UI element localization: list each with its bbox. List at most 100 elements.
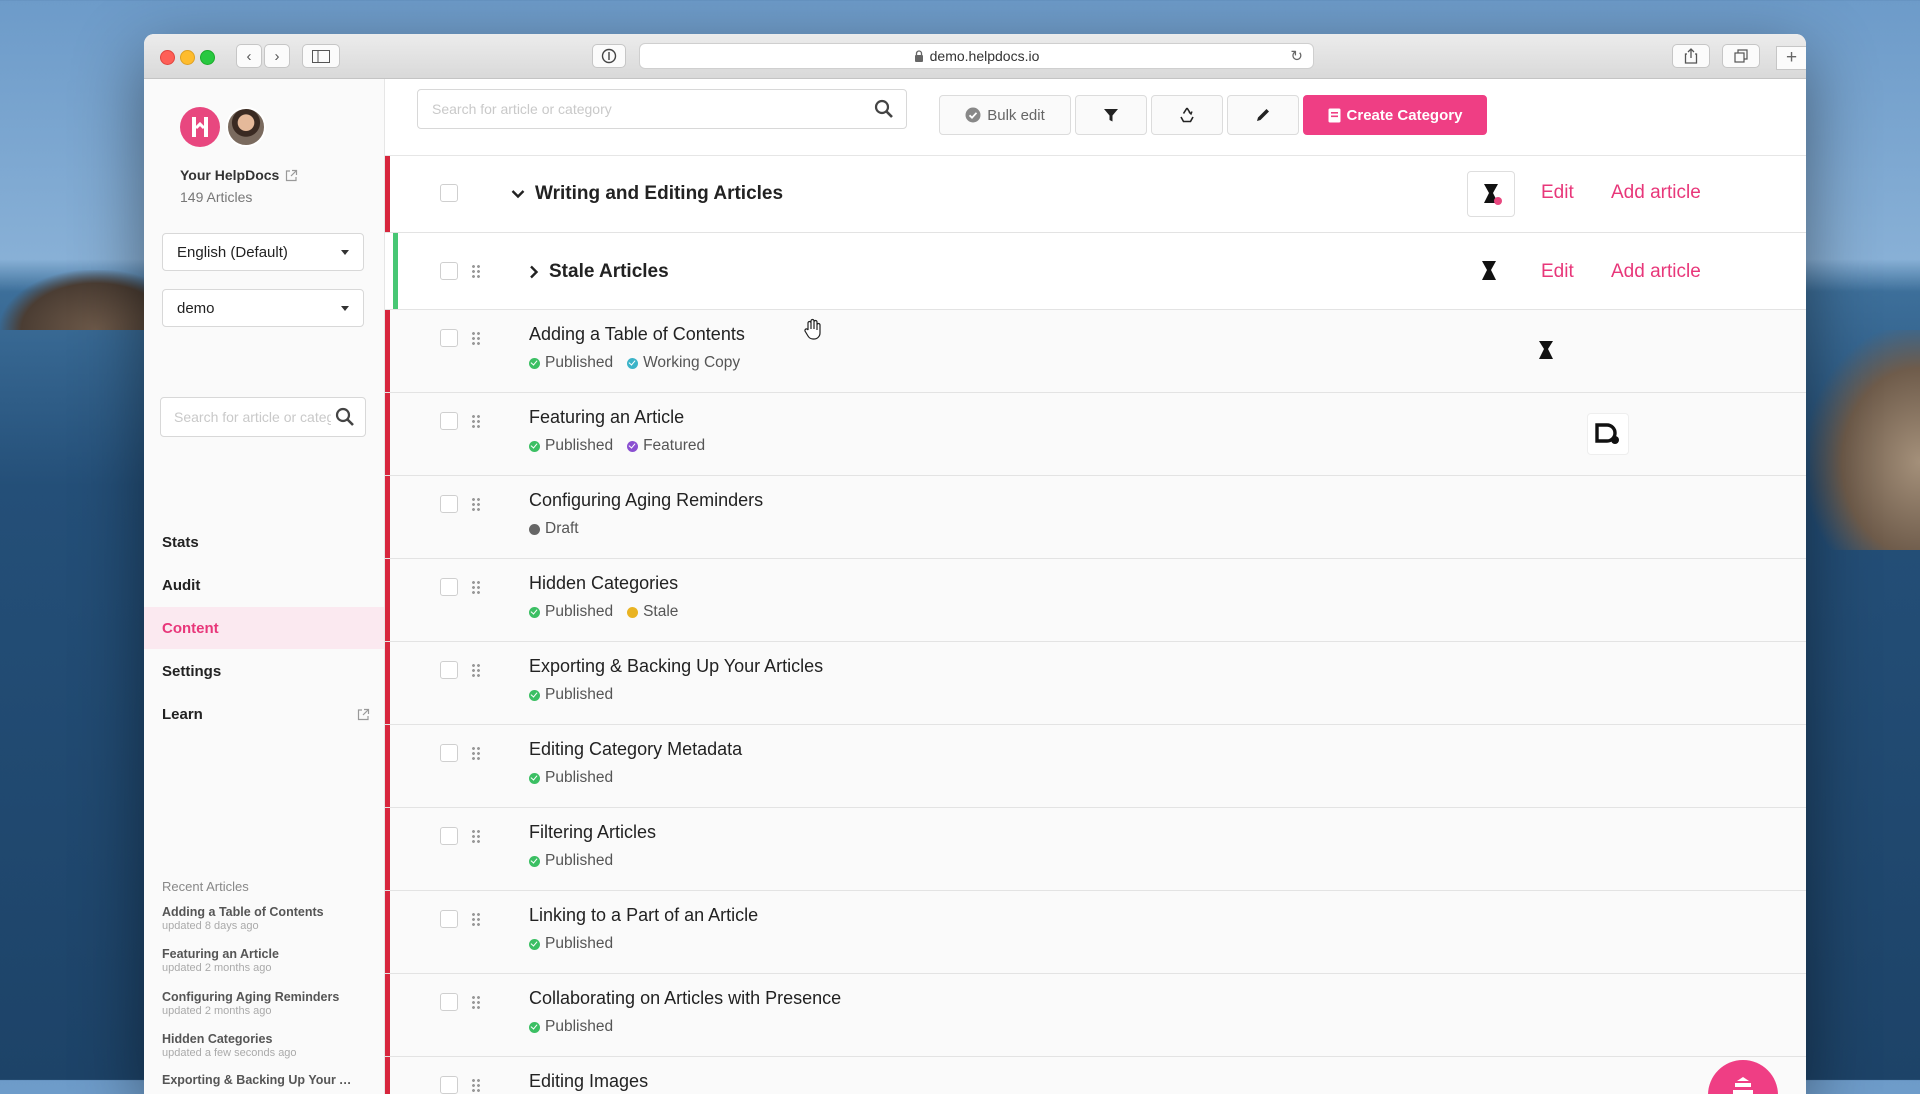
article-checkbox[interactable] <box>440 993 458 1011</box>
robot-icon[interactable] <box>1535 338 1557 362</box>
language-select[interactable]: English (Default) <box>162 233 364 271</box>
category-row[interactable]: Writing and Editing Articles Edit Add ar… <box>385 156 1806 233</box>
article-checkbox[interactable] <box>440 744 458 762</box>
create-category-button[interactable]: Create Category <box>1303 95 1487 135</box>
integration-button[interactable] <box>1587 413 1629 455</box>
drag-handle-icon[interactable] <box>471 1078 481 1092</box>
article-title[interactable]: Editing Category Metadata <box>529 739 742 760</box>
drag-handle-icon[interactable] <box>471 995 481 1009</box>
article-checkbox[interactable] <box>440 1076 458 1094</box>
back-button[interactable]: ‹ <box>236 44 262 68</box>
drag-handle-icon[interactable] <box>471 580 481 594</box>
site-name[interactable]: Your HelpDocs <box>180 167 298 183</box>
article-title[interactable]: Filtering Articles <box>529 822 656 843</box>
minimize-window-button[interactable] <box>180 50 195 65</box>
article-row[interactable]: Linking to a Part of an Article Publishe… <box>385 891 1806 974</box>
nav-content[interactable]: Content <box>144 607 384 649</box>
article-title[interactable]: Exporting & Backing Up Your Articles <box>529 656 823 677</box>
recent-article[interactable]: Adding a Table of Contents updated 8 day… <box>162 905 372 932</box>
bulk-edit-button[interactable]: Bulk edit <box>939 95 1071 135</box>
chevron-down-icon[interactable] <box>511 189 525 199</box>
drag-handle-icon[interactable] <box>471 829 481 843</box>
subcategory-edit-link[interactable]: Edit <box>1541 261 1574 283</box>
edit-mode-button[interactable] <box>1227 95 1299 135</box>
recent-article-updated: updated 8 days ago <box>162 920 259 932</box>
new-tab-button[interactable]: + <box>1776 46 1806 70</box>
close-window-button[interactable] <box>160 50 175 65</box>
drag-handle-icon[interactable] <box>471 331 481 345</box>
article-row[interactable]: Exporting & Backing Up Your Articles Pub… <box>385 642 1806 725</box>
category-add-article-link[interactable]: Add article <box>1611 182 1701 204</box>
article-checkbox[interactable] <box>440 578 458 596</box>
category-edit-link[interactable]: Edit <box>1541 182 1574 204</box>
category-title[interactable]: Writing and Editing Articles <box>511 183 783 205</box>
subcategory-add-article-link[interactable]: Add article <box>1611 261 1701 283</box>
sidebar-toggle-button[interactable] <box>302 44 340 68</box>
project-select[interactable]: demo <box>162 289 364 327</box>
category-checkbox[interactable] <box>440 184 458 202</box>
article-title[interactable]: Hidden Categories <box>529 573 678 594</box>
article-title[interactable]: Configuring Aging Reminders <box>529 490 763 511</box>
reload-icon[interactable]: ↻ <box>1290 47 1303 65</box>
article-checkbox[interactable] <box>440 910 458 928</box>
nav-learn-label: Learn <box>162 705 203 723</box>
article-checkbox[interactable] <box>440 661 458 679</box>
share-button[interactable] <box>1672 44 1710 68</box>
recycle-bin-button[interactable] <box>1151 95 1223 135</box>
recent-article[interactable]: Hidden Categories updated a few seconds … <box>162 1032 372 1059</box>
article-row[interactable]: Editing Images <box>385 1057 1806 1094</box>
status-label: Published <box>545 769 614 786</box>
helpdocs-logo-icon <box>192 117 208 137</box>
category-settings-button[interactable] <box>1467 171 1515 217</box>
drag-handle-icon[interactable] <box>471 414 481 428</box>
helpdocs-logo[interactable] <box>180 107 220 147</box>
recent-article[interactable]: Exporting & Backing Up Your Articles <box>162 1073 358 1087</box>
article-title[interactable]: Editing Images <box>529 1071 648 1092</box>
status-label: Stale <box>643 603 679 620</box>
article-title[interactable]: Featuring an Article <box>529 407 684 428</box>
drag-handle-icon[interactable] <box>471 912 481 926</box>
article-row[interactable]: Editing Category Metadata Published <box>385 725 1806 808</box>
recent-article[interactable]: Configuring Aging Reminders updated 2 mo… <box>162 990 372 1017</box>
article-checkbox[interactable] <box>440 329 458 347</box>
nav-stats[interactable]: Stats <box>144 521 384 563</box>
browser-titlebar: ‹ › demo.helpdocs.io ↻ + <box>144 34 1806 79</box>
nav-audit[interactable]: Audit <box>144 564 384 606</box>
recent-article[interactable]: Featuring an Article updated 2 months ag… <box>162 947 372 974</box>
nav-settings[interactable]: Settings <box>144 650 384 692</box>
drag-handle-icon[interactable] <box>471 663 481 677</box>
article-title[interactable]: Adding a Table of Contents <box>529 324 745 345</box>
article-title[interactable]: Collaborating on Articles with Presence <box>529 988 841 1009</box>
article-checkbox[interactable] <box>440 412 458 430</box>
chevron-right-icon[interactable] <box>529 265 539 279</box>
forward-button[interactable]: › <box>264 44 290 68</box>
search-icon[interactable] <box>335 407 355 427</box>
article-row[interactable]: Hidden Categories Published Stale <box>385 559 1806 642</box>
document-integration-icon <box>1595 423 1619 444</box>
article-row[interactable]: Featuring an Article Published Featured <box>385 393 1806 476</box>
subcategory-title[interactable]: Stale Articles <box>529 261 669 283</box>
user-avatar[interactable] <box>226 107 266 147</box>
article-checkbox[interactable] <box>440 495 458 513</box>
drag-handle-icon[interactable] <box>471 264 481 278</box>
nav-learn[interactable]: Learn <box>144 693 384 735</box>
privacy-report-button[interactable] <box>592 44 626 68</box>
article-search-input[interactable] <box>418 101 870 117</box>
filter-button[interactable] <box>1075 95 1147 135</box>
article-title[interactable]: Linking to a Part of an Article <box>529 905 758 926</box>
sidebar-search-input[interactable] <box>161 409 331 425</box>
drag-handle-icon[interactable] <box>471 497 481 511</box>
article-row[interactable]: Configuring Aging Reminders Draft <box>385 476 1806 559</box>
zoom-window-button[interactable] <box>200 50 215 65</box>
subcategory-checkbox[interactable] <box>440 262 458 280</box>
article-checkbox[interactable] <box>440 827 458 845</box>
article-row[interactable]: Adding a Table of Contents Published Wor… <box>385 310 1806 393</box>
address-bar[interactable]: demo.helpdocs.io ↻ <box>639 43 1314 69</box>
article-row[interactable]: Filtering Articles Published <box>385 808 1806 891</box>
subcategory-row[interactable]: Stale Articles Edit Add article <box>385 233 1806 310</box>
search-icon[interactable] <box>874 99 894 119</box>
robot-icon[interactable] <box>1477 258 1501 284</box>
drag-handle-icon[interactable] <box>471 746 481 760</box>
tabs-overview-button[interactable] <box>1722 44 1760 68</box>
article-row[interactable]: Collaborating on Articles with Presence … <box>385 974 1806 1057</box>
